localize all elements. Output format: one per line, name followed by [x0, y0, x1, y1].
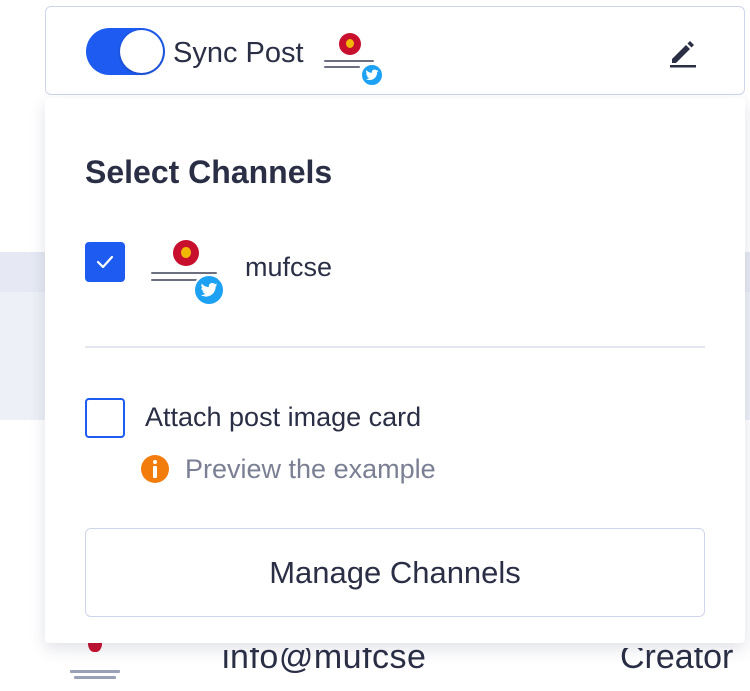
sync-post-toggle[interactable] — [86, 28, 165, 75]
select-channels-dropdown: Select Channels mufcse Attach post image… — [45, 98, 745, 643]
pencil-icon[interactable] — [666, 35, 700, 69]
club-crest-avatar — [322, 29, 384, 87]
panel-title: Select Channels — [85, 154, 333, 190]
toggle-knob — [120, 30, 163, 73]
divider — [85, 346, 705, 348]
channel-checkbox-mufcse[interactable] — [85, 242, 125, 282]
sync-post-label: Sync Post — [173, 37, 304, 69]
twitter-icon — [360, 63, 384, 87]
sync-post-bar: Sync Post — [45, 6, 745, 95]
info-icon — [141, 455, 169, 483]
twitter-icon — [193, 274, 225, 306]
channel-avatar — [149, 236, 229, 308]
channel-name: mufcse — [245, 252, 333, 282]
attach-image-card-checkbox[interactable] — [85, 398, 125, 438]
manage-channels-button[interactable]: Manage Channels — [85, 528, 705, 617]
preview-example-link[interactable]: Preview the example — [185, 454, 436, 485]
checkmark-icon — [96, 255, 114, 269]
attach-image-card-label: Attach post image card — [145, 402, 422, 432]
